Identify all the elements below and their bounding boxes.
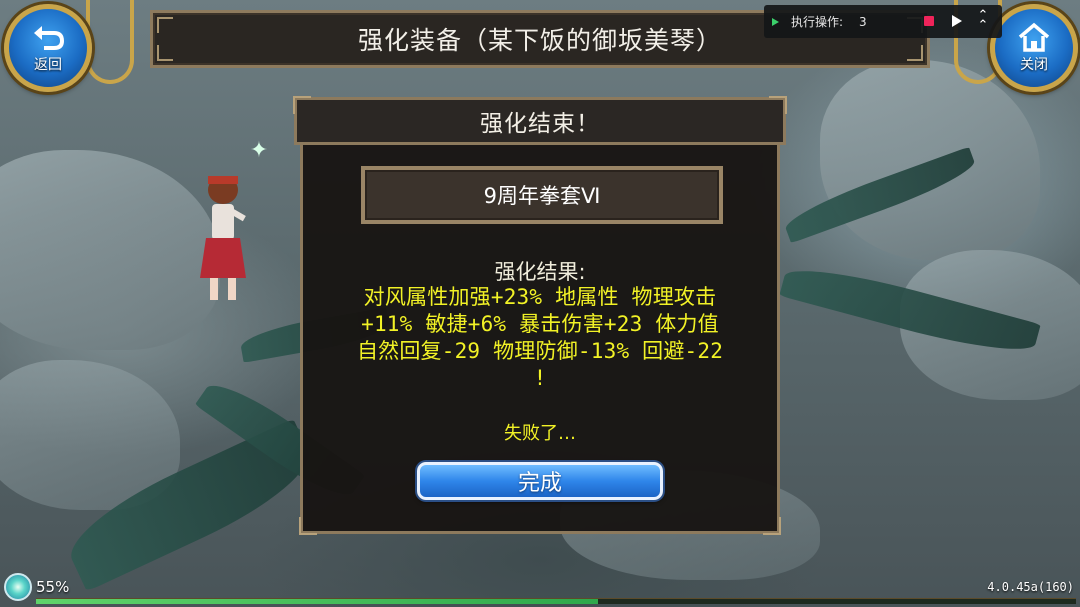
macro-control-bar: 执行操作: 3 ⌃ ⌃ [764,5,1002,38]
macro-count: 3 [859,14,867,29]
close-button-label: 关闭 [1020,57,1048,73]
item-name: 9周年拳套Ⅵ [483,184,601,208]
exp-progress-bar [36,598,1076,604]
stop-icon[interactable] [924,16,934,26]
battery-orb-icon [4,573,32,601]
sparkle-effect-icon: ✦ [249,138,269,163]
version-label: 4.0.45a(160) [987,580,1074,594]
dialog-title: 强化结束！ [480,111,600,137]
dialog-header: 强化结束！ [293,96,787,145]
close-button[interactable]: 关闭 [990,4,1078,92]
result-effects-text: 对风属性加强+23% 地属性 物理攻击 +11% 敏捷+6% 暴击伤害+23 体… [317,284,763,392]
exp-progress-fill [36,599,598,604]
result-line: +11% 敏捷+6% 暴击伤害+23 体力值 [361,312,719,336]
play-icon[interactable] [952,15,962,27]
result-line: 自然回复-29 物理防御-13% 回避-22 [356,339,724,363]
ornament-hook-left [86,0,134,84]
result-label: 强化结果: [494,260,586,284]
enhance-result-dialog: 9周年拳套Ⅵ 强化结果: 对风属性加强+23% 地属性 物理攻击 +11% 敏捷… [293,96,787,540]
macro-running-icon [772,17,779,26]
result-line: 对风属性加强+23% 地属性 物理攻击 [363,285,717,309]
player-character [200,176,246,300]
dialog-body: 9周年拳套Ⅵ 强化结果: 对风属性加强+23% 地属性 物理攻击 +11% 敏捷… [299,141,781,535]
back-arrow-icon [34,26,65,50]
item-name-box: 9周年拳套Ⅵ [361,166,723,224]
macro-label: 执行操作: [791,15,844,29]
back-button[interactable]: 返回 [4,4,92,92]
back-button-label: 返回 [34,57,62,73]
done-button-label: 完成 [517,471,562,496]
done-button[interactable]: 完成 [417,462,663,500]
home-icon [1018,22,1050,52]
result-line: ! [533,366,547,390]
collapse-icon[interactable]: ⌃ ⌃ [975,9,991,32]
battery-percent: 55% [36,578,70,596]
page-title: 强化装备（某下饭的御坂美琴） [357,26,722,55]
fail-message: 失败了… [504,423,576,444]
